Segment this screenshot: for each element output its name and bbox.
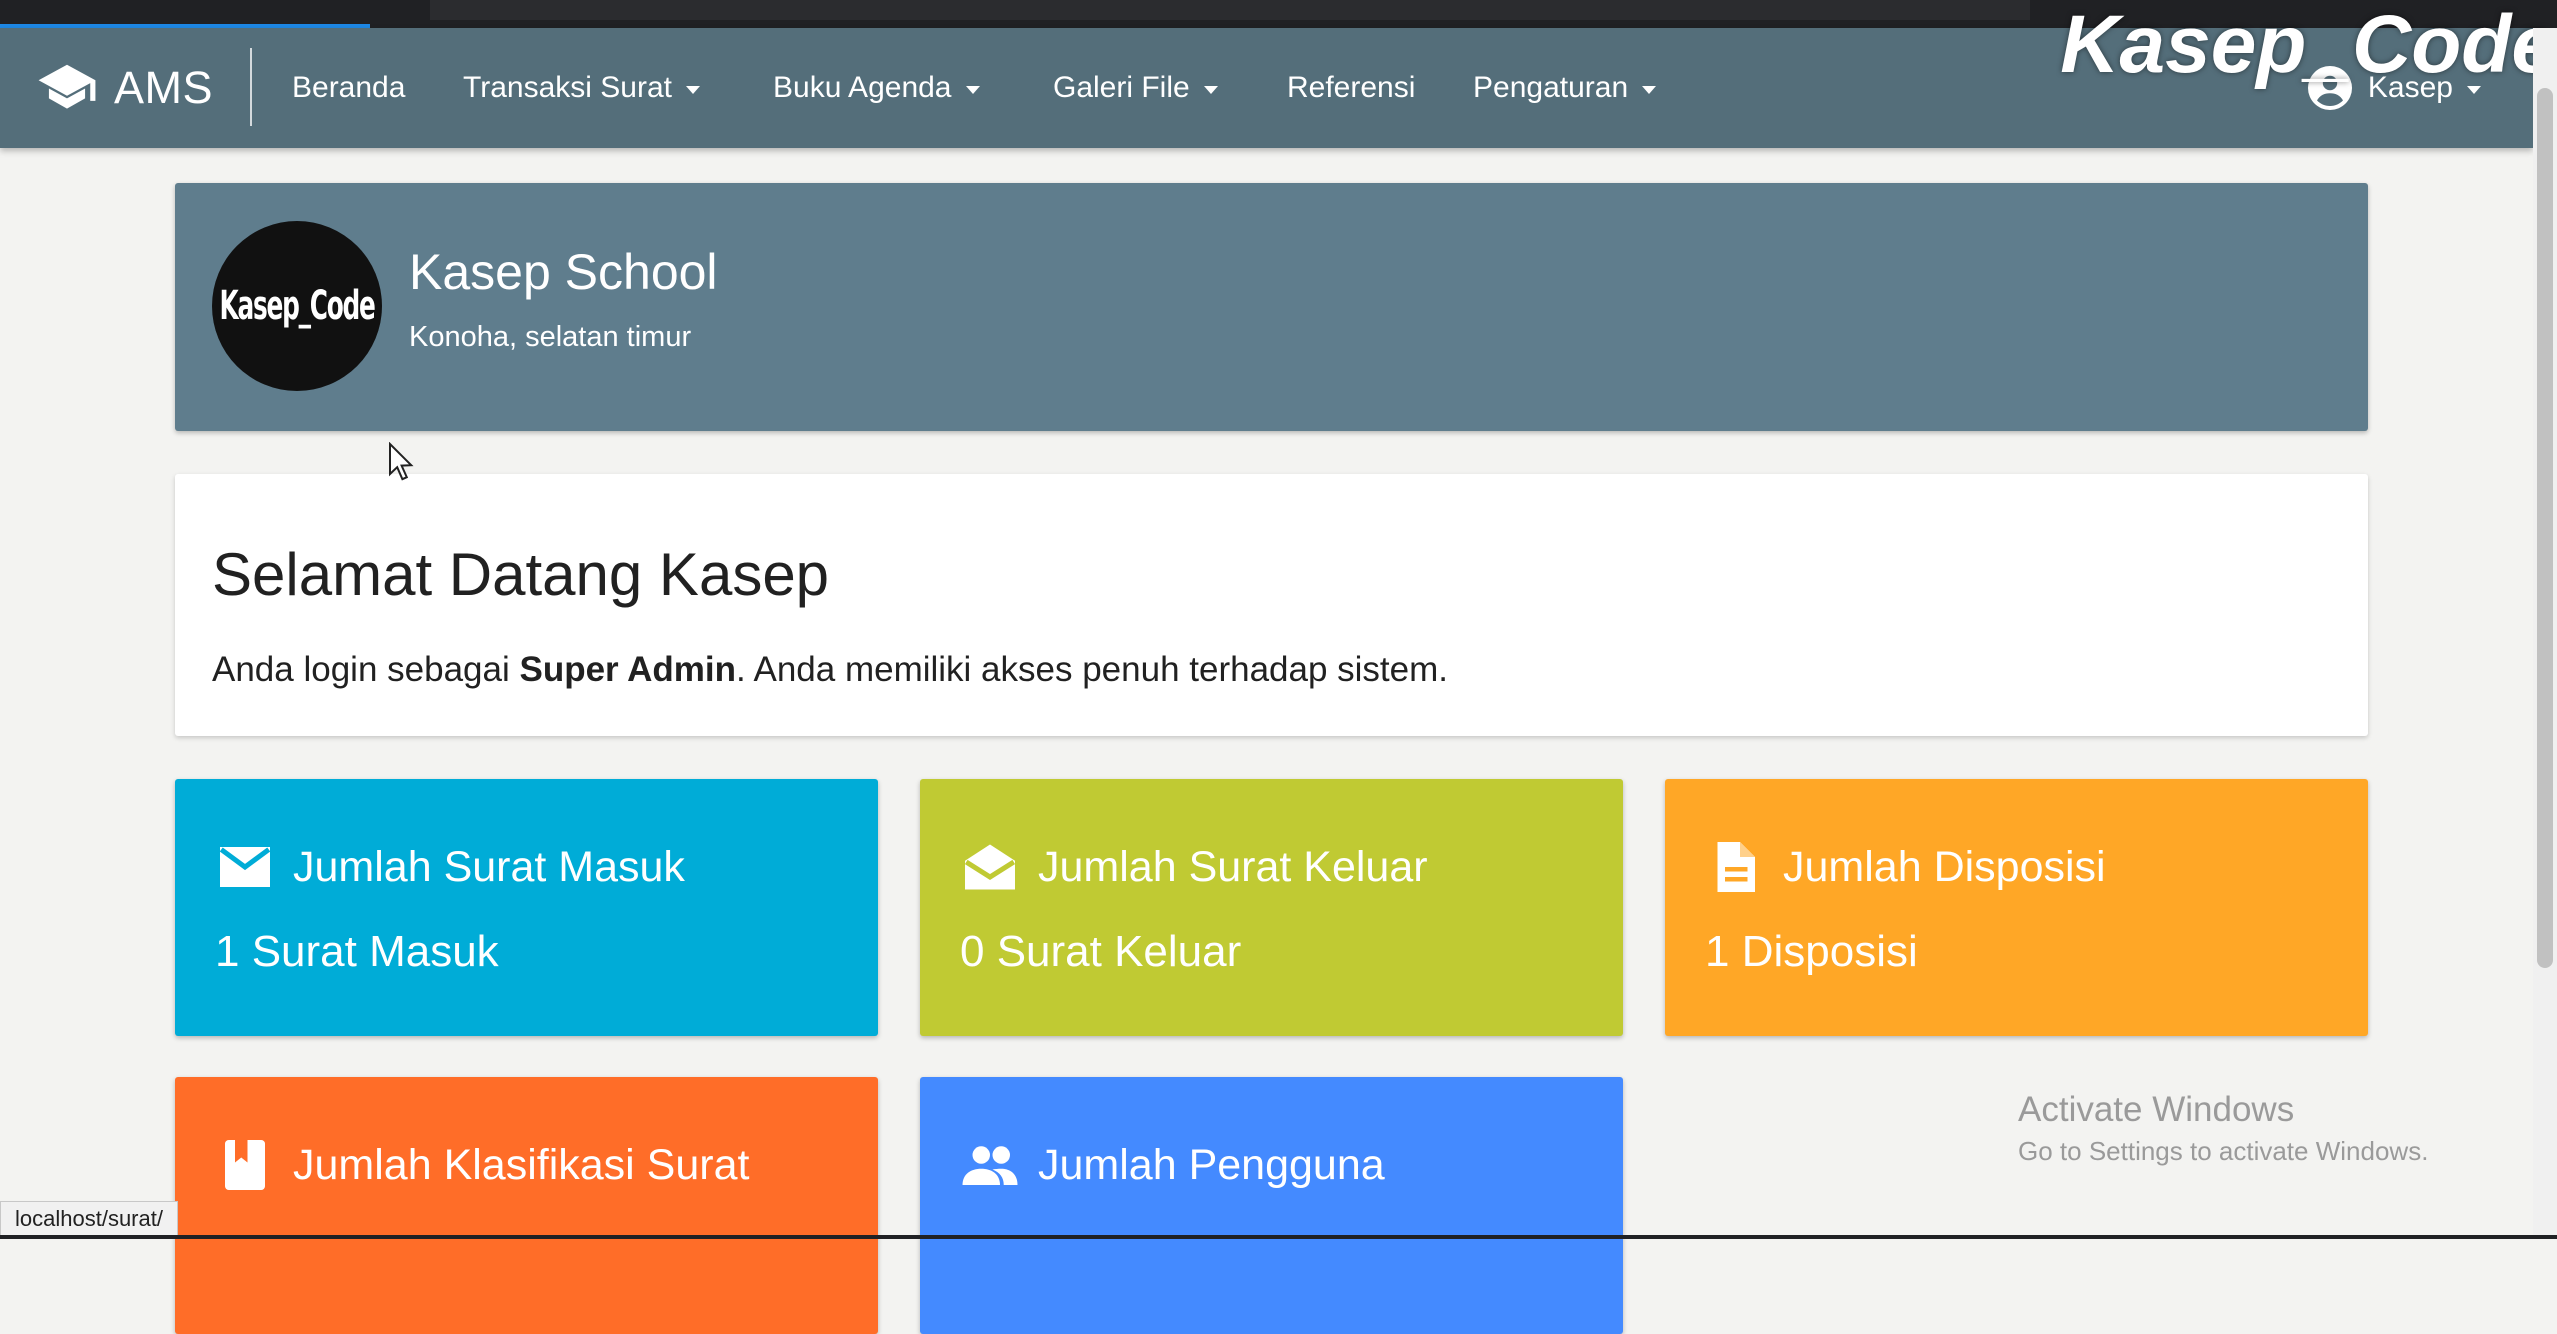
address-bar[interactable] [430,0,2030,20]
activate-windows-watermark: Activate Windows Go to Settings to activ… [2018,1090,2428,1167]
caret-down-icon [1642,86,1657,94]
nav-pengaturan[interactable]: Pengaturan [1473,28,1657,148]
school-logo-text: Kasep_Code [219,283,375,329]
nav-transaksi-surat[interactable]: Transaksi Surat [463,28,700,148]
stat-title: Jumlah Pengguna [1038,1140,1385,1189]
welcome-message: Anda login sebagai Super Admin. Anda mem… [212,650,1448,690]
taskbar-edge [0,1235,2557,1239]
mouse-cursor-icon [389,442,414,481]
school-address: Konoha, selatan timur [409,321,692,353]
mail-open-icon [964,844,1016,890]
page-scrollbar[interactable] [2533,28,2557,1239]
stat-card-klasifikasi-surat[interactable]: Jumlah Klasifikasi Surat [175,1077,878,1334]
nav-transaksi-surat-label: Transaksi Surat [463,71,672,104]
stat-card-disposisi[interactable]: Jumlah Disposisi 1 Disposisi [1665,779,2368,1036]
people-icon [962,1146,1018,1185]
stat-card-surat-keluar[interactable]: Jumlah Surat Keluar 0 Surat Keluar [920,779,1623,1036]
nav-referensi[interactable]: Referensi [1287,28,1415,148]
nav-referensi-label: Referensi [1287,71,1416,104]
school-profile-card: Kasep_Code Kasep School Konoha, selatan … [175,183,2368,431]
scrollbar-thumb[interactable] [2537,88,2553,968]
school-name: Kasep School [409,244,718,300]
caret-down-icon [965,86,980,94]
status-bar-url: localhost/surat/ [0,1201,178,1237]
caret-down-icon [1203,86,1218,94]
mail-icon [219,847,271,887]
nav-beranda[interactable]: Beranda [292,28,405,148]
caret-down-icon [685,86,700,94]
stat-title: Jumlah Surat Keluar [1038,842,1428,891]
welcome-text-before: Anda login sebagai [212,650,520,689]
activate-windows-title: Activate Windows [2018,1090,2295,1129]
user-role: Super Admin [519,650,736,689]
activate-windows-subtitle: Go to Settings to activate Windows. [2018,1136,2429,1166]
graduation-cap-icon [38,64,96,109]
welcome-card: Selamat Datang Kasep Anda login sebagai … [175,474,2368,736]
nav-galeri-file-label: Galeri File [1053,71,1190,104]
welcome-text-after: . Anda memiliki akses penuh terhadap sis… [735,650,1448,689]
stat-card-surat-masuk[interactable]: Jumlah Surat Masuk 1 Surat Masuk [175,779,878,1036]
stat-title: Jumlah Surat Masuk [293,842,685,891]
brand-divider [250,48,252,126]
stat-card-pengguna[interactable]: Jumlah Pengguna [920,1077,1623,1334]
nav-beranda-label: Beranda [292,71,406,104]
channel-watermark: Kasep_Code [2060,0,2557,90]
stat-value: 0 Surat Keluar [960,927,1242,976]
school-logo: Kasep_Code [212,221,382,391]
stat-title: Jumlah Klasifikasi Surat [293,1140,750,1189]
nav-buku-agenda-label: Buku Agenda [773,71,952,104]
stat-title: Jumlah Disposisi [1783,842,2106,891]
nav-pengaturan-label: Pengaturan [1473,71,1629,104]
brand[interactable]: AMS [36,62,213,114]
document-icon [1717,842,1755,892]
nav-galeri-file[interactable]: Galeri File [1053,28,1218,148]
stat-value: 1 Surat Masuk [215,927,499,976]
welcome-title: Selamat Datang Kasep [212,541,830,608]
brand-name: AMS [114,62,214,113]
nav-buku-agenda[interactable]: Buku Agenda [773,28,980,148]
stat-value: 1 Disposisi [1705,927,1918,976]
bookmark-icon [225,1140,265,1190]
